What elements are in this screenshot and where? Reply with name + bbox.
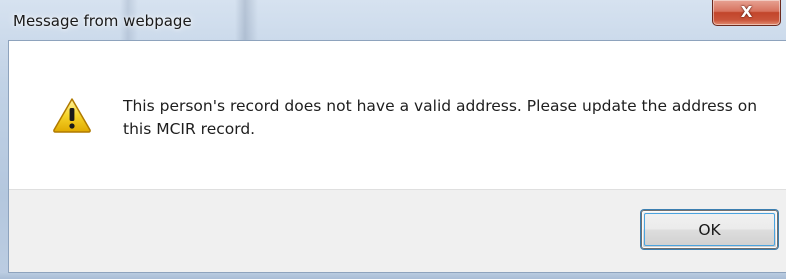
ok-button[interactable]: OK bbox=[641, 210, 778, 249]
title-bar[interactable]: Message from webpage X bbox=[0, 0, 786, 40]
window-bottom-edge bbox=[0, 273, 786, 279]
window-title: Message from webpage bbox=[13, 12, 192, 30]
warning-icon bbox=[53, 98, 91, 133]
message-area: This person's record does not have a val… bbox=[9, 41, 786, 190]
close-icon: X bbox=[740, 3, 753, 21]
dialog-client-area: This person's record does not have a val… bbox=[8, 40, 786, 273]
close-button[interactable]: X bbox=[712, 0, 781, 26]
message-text: This person's record does not have a val… bbox=[123, 97, 758, 138]
